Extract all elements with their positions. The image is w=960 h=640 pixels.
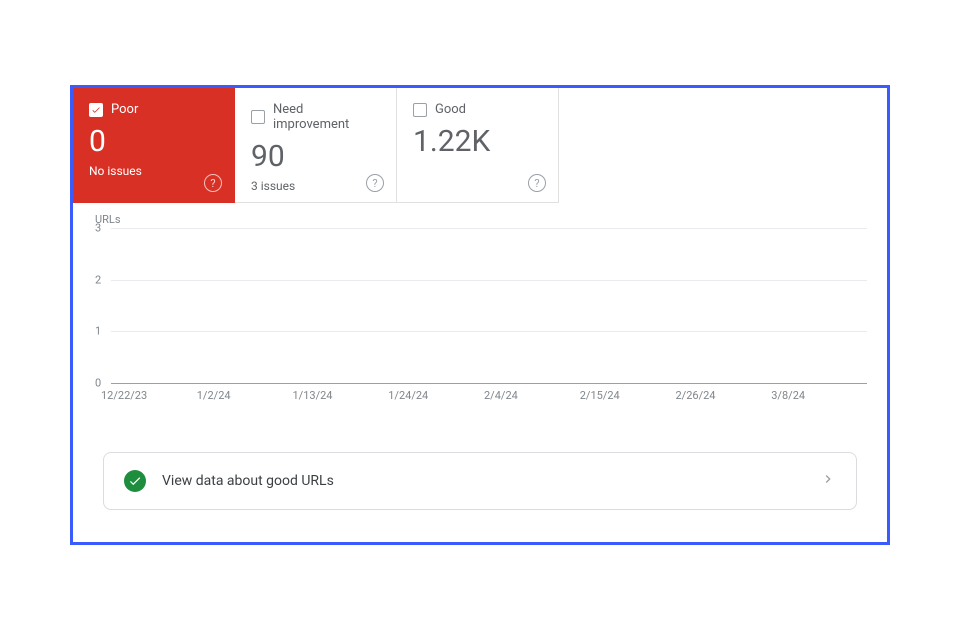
tab-good[interactable]: Good 1.22K ? [397,88,559,203]
x-tick: 1/24/24 [388,389,484,402]
tab-label: Need improvement [273,102,380,132]
gridline [111,331,867,332]
report-panel: Poor 0 No issues ? Need improvement 90 3… [70,85,890,545]
x-tick: 1/2/24 [197,389,293,402]
tab-header: Good [413,102,542,117]
help-icon[interactable]: ? [366,174,384,192]
checkbox-icon [251,110,265,124]
help-icon[interactable]: ? [528,174,546,192]
tab-value: 1.22K [413,125,542,158]
gridline [111,280,867,281]
check-circle-icon [124,470,146,492]
tab-label: Good [435,102,466,117]
gridline-baseline [111,383,867,384]
tab-poor[interactable]: Poor 0 No issues ? [73,88,235,203]
tab-value: 90 [251,140,380,173]
link-text: View data about good URLs [162,473,820,489]
x-tick: 2/26/24 [676,389,772,402]
y-tick: 2 [95,273,101,286]
tab-issues: 3 issues [251,179,380,193]
tab-header: Poor [89,102,218,117]
checkbox-icon [413,103,427,117]
y-tick: 1 [95,325,101,338]
x-tick: 2/4/24 [484,389,580,402]
tab-need-improvement[interactable]: Need improvement 90 3 issues ? [235,88,397,203]
tab-value: 0 [89,125,218,158]
y-axis-label: URLs [95,213,867,226]
y-tick: 3 [95,222,101,235]
x-tick: 1/13/24 [293,389,389,402]
x-axis: 12/22/23 1/2/24 1/13/24 1/24/24 2/4/24 2… [111,389,867,402]
chevron-right-icon [820,471,836,492]
chart: 3 2 1 0 [95,228,867,383]
tab-issues: No issues [89,164,218,178]
help-icon[interactable]: ? [204,174,222,192]
x-tick: 12/22/23 [101,389,197,402]
view-good-urls-link[interactable]: View data about good URLs [103,452,857,510]
x-tick: 3/8/24 [771,389,867,402]
status-tabs: Poor 0 No issues ? Need improvement 90 3… [73,88,887,203]
tab-header: Need improvement [251,102,380,132]
chart-area: URLs 3 2 1 0 12/22/23 1/2/24 1/13/24 1/2… [73,203,887,402]
y-tick: 0 [95,377,101,390]
tab-label: Poor [111,102,138,117]
checkbox-icon [89,103,103,117]
x-tick: 2/15/24 [580,389,676,402]
gridline [111,228,867,229]
